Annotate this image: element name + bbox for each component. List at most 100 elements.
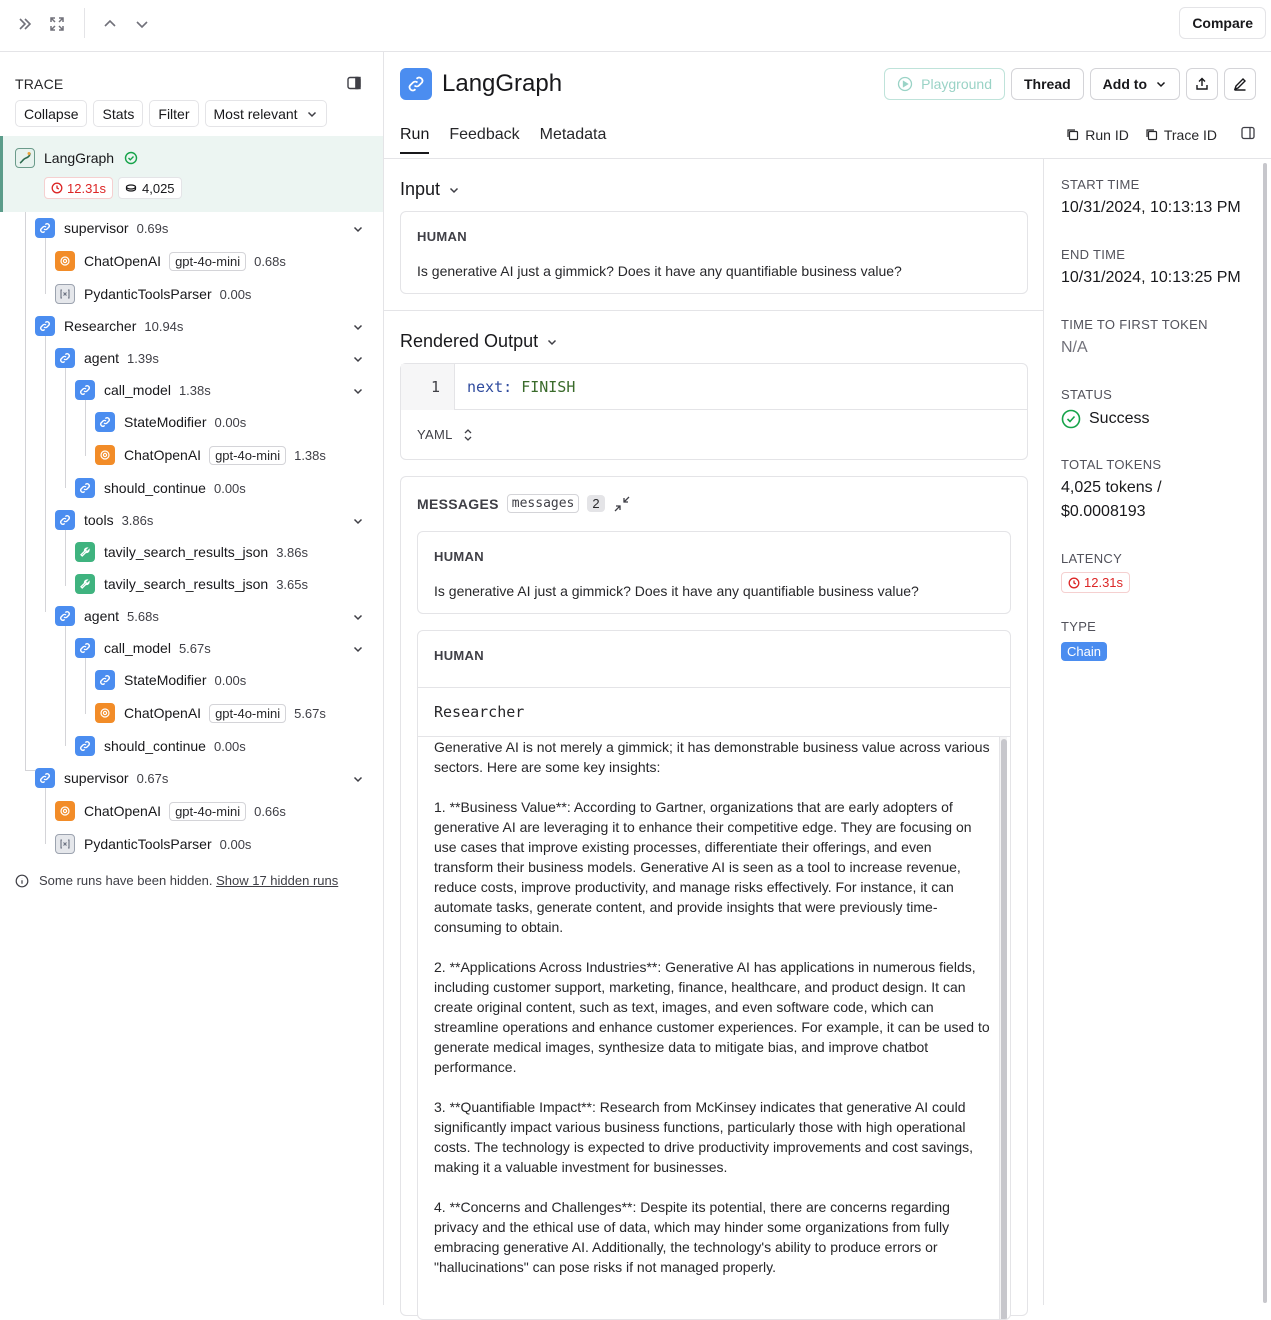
- collapse-button[interactable]: Collapse: [15, 100, 88, 127]
- chevron-down-icon[interactable]: [352, 514, 364, 530]
- node-time: 5.68s: [127, 608, 159, 624]
- share-button[interactable]: [1186, 68, 1218, 100]
- tree-node[interactable]: should_continue 0.00s: [75, 734, 246, 758]
- scrollbar[interactable]: [999, 737, 1007, 1319]
- chevron-down-icon[interactable]: [352, 384, 364, 400]
- message-text: Generative AI is not merely a gimmick; i…: [434, 739, 990, 1275]
- tree-node[interactable]: ChatOpenAI gpt-4o-mini 5.67s: [95, 701, 326, 725]
- model-tag: gpt-4o-mini: [169, 251, 247, 271]
- tree-node[interactable]: PydanticToolsParser 0.00s: [55, 282, 251, 306]
- node-name: agent: [84, 608, 120, 624]
- expand-sidebar-icon[interactable]: [13, 12, 37, 36]
- tree-node[interactable]: agent 5.68s: [55, 604, 159, 628]
- chevron-down-icon[interactable]: [352, 642, 364, 658]
- tree-node[interactable]: call_model 5.67s: [75, 636, 211, 660]
- chevron-down-icon: [548, 339, 557, 345]
- message-text: Is generative AI just a gimmick? Does it…: [434, 583, 919, 599]
- scrollbar[interactable]: [1261, 159, 1269, 1305]
- clock-icon: [1068, 577, 1080, 588]
- compare-button[interactable]: Compare: [1179, 7, 1266, 39]
- tree-node[interactable]: ChatOpenAI gpt-4o-mini 0.66s: [55, 799, 286, 823]
- chevron-up-icon[interactable]: [98, 12, 122, 36]
- tree-node[interactable]: StateModifier 0.00s: [95, 410, 246, 434]
- tree-node[interactable]: agent 1.39s: [55, 346, 159, 370]
- token-badge: 4,025: [118, 177, 182, 199]
- trace-id-label: Trace ID: [1163, 126, 1217, 143]
- copy-trace-id-button[interactable]: Trace ID: [1145, 127, 1217, 143]
- model-tag: gpt-4o-mini: [209, 445, 287, 465]
- playground-button[interactable]: Playground: [884, 68, 1005, 100]
- end-time-value: 10/31/2024, 10:13:25 PM: [1061, 269, 1241, 286]
- chain-link-icon: [75, 380, 95, 400]
- copy-run-id-button[interactable]: Run ID: [1066, 127, 1129, 143]
- node-time: 3.65s: [276, 576, 309, 592]
- openai-icon: [95, 703, 115, 723]
- format-select[interactable]: YAML: [417, 427, 473, 442]
- code-editor[interactable]: 1 next: FINISH: [401, 364, 1027, 410]
- filter-button[interactable]: Filter: [149, 100, 199, 127]
- divider: [384, 310, 1044, 311]
- node-name: PydanticToolsParser: [84, 836, 212, 852]
- thread-button[interactable]: Thread: [1010, 68, 1084, 100]
- tree-node[interactable]: StateModifier 0.00s: [95, 668, 246, 692]
- chevron-down-icon[interactable]: [352, 610, 364, 626]
- tree-node[interactable]: ChatOpenAI gpt-4o-mini 0.68s: [55, 249, 286, 273]
- tree-node[interactable]: should_continue 0.00s: [75, 476, 246, 500]
- chevron-down-icon[interactable]: [352, 772, 364, 788]
- tree-node[interactable]: tavily_search_results_json 3.65s: [75, 572, 308, 596]
- tab-feedback[interactable]: Feedback: [449, 126, 519, 154]
- tree-node[interactable]: ChatOpenAI gpt-4o-mini 1.38s: [95, 443, 326, 467]
- collapse-arrows-icon[interactable]: [613, 495, 631, 513]
- tree-node[interactable]: PydanticToolsParser 0.00s: [55, 832, 251, 856]
- input-section-header[interactable]: Input: [400, 179, 460, 200]
- type-label: TYPE: [1061, 619, 1097, 634]
- chain-link-icon: [75, 638, 95, 658]
- message-body[interactable]: Generative AI is not merely a gimmick; i…: [418, 737, 1010, 1319]
- chain-link-icon: [75, 478, 95, 498]
- langgraph-icon: [15, 148, 35, 168]
- run-id-label: Run ID: [1085, 126, 1129, 143]
- tree-node-root[interactable]: LangGraph: [15, 146, 138, 170]
- tree-node[interactable]: tools 3.86s: [55, 508, 153, 532]
- latency-value: 12.31s: [1084, 575, 1124, 590]
- chain-link-icon: [55, 510, 75, 530]
- panel-toggle-icon[interactable]: [347, 76, 361, 93]
- chevron-down-icon[interactable]: [352, 222, 364, 238]
- openai-icon: [55, 801, 75, 821]
- tree-line: [45, 788, 46, 844]
- output-section-header[interactable]: Rendered Output: [400, 331, 558, 352]
- node-name: ChatOpenAI: [124, 705, 202, 721]
- chevron-down-icon[interactable]: [130, 12, 154, 36]
- tab-metadata[interactable]: Metadata: [540, 126, 607, 154]
- node-time: 0.67s: [136, 770, 169, 786]
- message-card: HUMAN Is generative AI just a gimmick? D…: [417, 531, 1011, 614]
- tree-node[interactable]: tavily_search_results_json 3.86s: [75, 540, 308, 564]
- trace-controls: Collapse Stats Filter Most relevant: [15, 100, 327, 127]
- show-hidden-runs-link[interactable]: Show 17 hidden runs: [216, 873, 338, 888]
- code-text: next: FINISH: [467, 378, 575, 396]
- tree-node[interactable]: call_model 1.38s: [75, 378, 211, 402]
- hidden-runs-note: Some runs have been hidden. Show 17 hidd…: [15, 873, 338, 888]
- chevron-down-icon[interactable]: [352, 352, 364, 368]
- tree-line: [25, 212, 26, 770]
- chevron-down-icon[interactable]: [352, 320, 364, 336]
- fullscreen-icon[interactable]: [45, 12, 69, 36]
- sidebar-toggle-icon[interactable]: [1241, 126, 1255, 143]
- sort-select[interactable]: Most relevant: [204, 100, 327, 127]
- scrollbar-thumb[interactable]: [1001, 739, 1007, 1319]
- tree-node[interactable]: supervisor 0.67s: [35, 766, 168, 790]
- scrollbar-thumb[interactable]: [1263, 163, 1267, 1303]
- edit-button[interactable]: [1224, 68, 1256, 100]
- chevron-down-icon: [307, 111, 316, 117]
- run-detail-panel: LangGraph Playground Thread Add to Run F…: [384, 52, 1271, 1320]
- tree-node[interactable]: Researcher 10.94s: [35, 314, 183, 338]
- tab-run[interactable]: Run: [400, 126, 430, 154]
- tree-node[interactable]: supervisor 0.69s: [35, 216, 168, 240]
- node-name: call_model: [104, 640, 171, 656]
- latency-label: LATENCY: [1061, 551, 1123, 566]
- start-time-value: 10/31/2024, 10:13:13 PM: [1061, 199, 1241, 216]
- add-to-button[interactable]: Add to: [1089, 68, 1180, 100]
- total-cost-value: $0.0008193: [1061, 503, 1146, 520]
- latency-badge: 12.31s: [1061, 572, 1131, 593]
- stats-button[interactable]: Stats: [93, 100, 144, 127]
